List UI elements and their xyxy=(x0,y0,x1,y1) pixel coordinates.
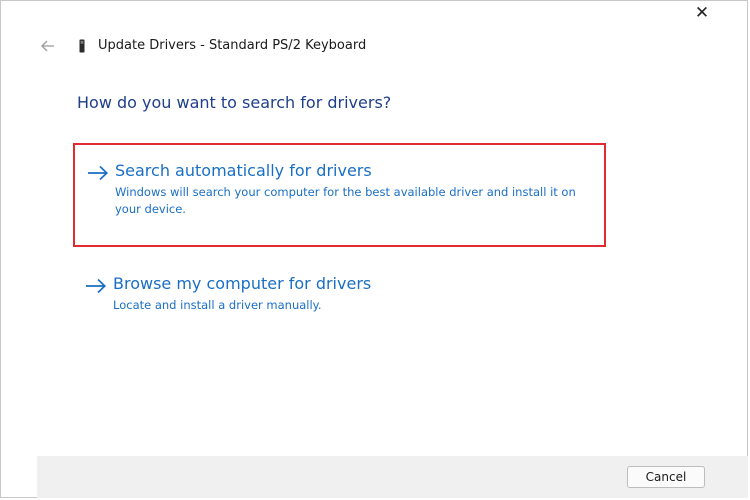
option-description: Locate and install a driver manually. xyxy=(113,298,322,312)
arrow-right-icon xyxy=(86,278,107,294)
option-description: Windows will search your computer for th… xyxy=(115,185,576,216)
browse-computer-option[interactable]: Browse my computer for drivers Locate an… xyxy=(73,265,606,325)
cancel-button[interactable]: Cancel xyxy=(627,466,705,488)
search-automatically-option[interactable]: Search automatically for drivers Windows… xyxy=(73,143,606,247)
keyboard-device-icon xyxy=(79,39,85,53)
close-icon: ✕ xyxy=(694,3,710,23)
page-heading: How do you want to search for drivers? xyxy=(77,93,392,112)
close-button[interactable]: ✕ xyxy=(687,1,717,25)
option-title: Browse my computer for drivers xyxy=(113,274,372,293)
update-drivers-dialog: ✕ Update Drivers - Standard PS/2 Keyboar… xyxy=(0,0,748,498)
back-button[interactable] xyxy=(37,35,59,57)
dialog-footer: Cancel xyxy=(37,456,748,498)
window-title: Update Drivers - Standard PS/2 Keyboard xyxy=(98,38,367,53)
option-title: Search automatically for drivers xyxy=(115,161,372,180)
arrow-left-icon xyxy=(41,40,54,52)
arrow-right-icon xyxy=(88,165,109,181)
